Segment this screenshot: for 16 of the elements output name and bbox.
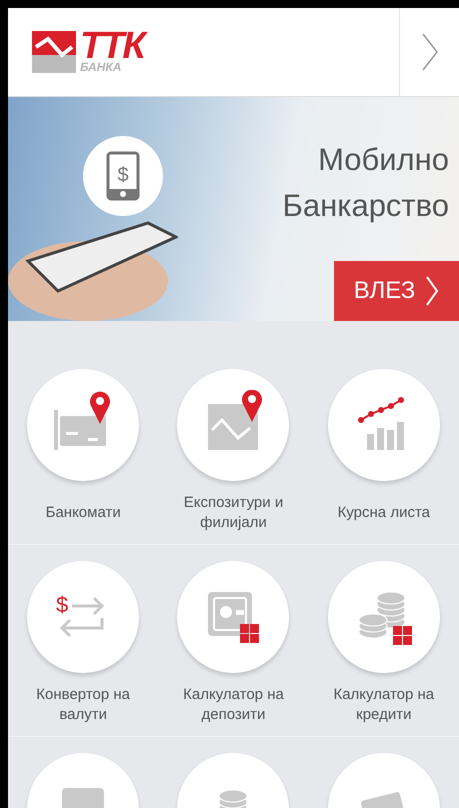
mobile-dollar-icon: $ bbox=[83, 136, 163, 216]
logo-subtitle: БАНКА bbox=[80, 61, 122, 73]
chevron-right-icon bbox=[425, 275, 440, 307]
tile-label[interactable]: Банкомати bbox=[13, 493, 154, 533]
logo-text: ТТК bbox=[80, 31, 144, 61]
converter-tile-icon[interactable]: $ bbox=[27, 561, 140, 673]
tile-label[interactable]: Експозитури и филијали bbox=[163, 493, 304, 533]
banner-title: Мобилно bbox=[317, 141, 449, 179]
chevron-right-icon bbox=[420, 32, 438, 72]
tile-label[interactable]: Конвертор на валути bbox=[13, 685, 154, 725]
banner-title: Банкарство bbox=[282, 187, 449, 225]
tile-label[interactable]: Калкулатор на кредити bbox=[314, 685, 454, 725]
logo-mark-icon bbox=[32, 31, 78, 73]
tile-label[interactable]: Курсна листа bbox=[314, 493, 454, 533]
login-button[interactable]: ВЛЕЗ bbox=[334, 261, 459, 321]
tile-label[interactable]: Калкулатор на депозити bbox=[163, 685, 304, 725]
